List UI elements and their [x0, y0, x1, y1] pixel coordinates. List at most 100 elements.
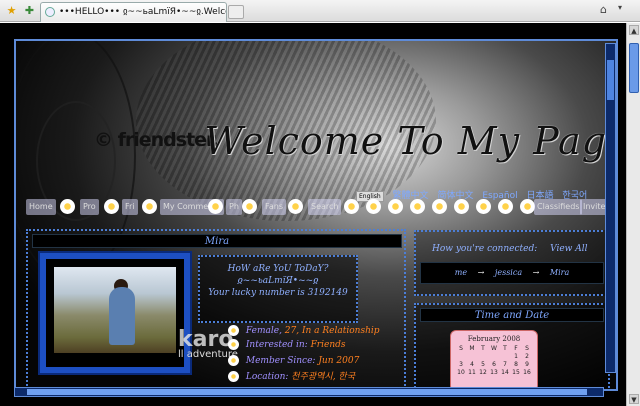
weekday: F [514, 345, 518, 352]
day [456, 353, 467, 361]
weekday: W [491, 345, 497, 352]
weekday: S [459, 345, 463, 352]
info-label: Location [245, 372, 286, 382]
connection-chain: me → jessica → Mira [420, 262, 604, 284]
greeting-nickname: ჲ~~ьaLmïЯ•~~ჲ [237, 276, 319, 286]
flower-icon [520, 199, 535, 214]
flower-icon [242, 199, 257, 214]
day [500, 353, 511, 361]
weekday: T [503, 345, 507, 352]
page-scrollbar[interactable]: ▲ ▼ [626, 23, 640, 406]
weekday: S [525, 345, 529, 352]
info-label: Member Since [245, 356, 313, 366]
tab-favicon-icon [45, 7, 55, 17]
browser-tab[interactable]: •••HELLO••• ჲ~~ьaLmïЯ•~~ჲ.Welcome to m..… [40, 2, 227, 22]
friendster-logo[interactable]: © friendster. [94, 129, 219, 151]
star-icon[interactable]: ★ [4, 3, 19, 18]
nav-profile[interactable]: Pro [80, 199, 99, 215]
nav-search[interactable]: Search [308, 199, 342, 215]
day: 11 [468, 369, 476, 376]
chain-jessica[interactable]: jessica [495, 268, 522, 277]
chain-mira[interactable]: Mira [550, 268, 569, 277]
arrow-right-icon: → [532, 268, 540, 277]
add-bookmark-icon[interactable]: ✚ [22, 3, 37, 18]
flower-icon [208, 199, 223, 214]
lucky-label: Your lucky number is [208, 288, 305, 298]
photo-caption-bar [46, 353, 184, 367]
info-gender-age: Female, 27, In a Relationship [228, 325, 380, 337]
menu-dropdown-icon[interactable]: ▾ [618, 3, 622, 12]
nav-home[interactable]: Home [26, 199, 56, 215]
flower-icon [498, 199, 513, 214]
flower-icon [228, 371, 239, 382]
flower-icon [228, 355, 239, 366]
new-tab-button[interactable] [228, 5, 244, 19]
profile-photo-frame [40, 253, 190, 373]
flower-icon [60, 199, 75, 214]
lucky-number: 3192149 [307, 288, 348, 298]
nav-friends[interactable]: Fri [122, 199, 138, 215]
day: 10 [457, 369, 465, 376]
horizontal-scrollbar[interactable] [14, 387, 604, 397]
page-viewport: © friendster. Welcome To My Page English… [0, 23, 640, 406]
time-date-title: Time and Date [420, 308, 604, 322]
view-all-link[interactable]: View All [550, 244, 587, 254]
main-nav: Home Pro Fri My Comments Ph Fans Search … [26, 199, 610, 217]
welcome-title: Welcome To My Page [204, 119, 618, 163]
photo-person [109, 287, 135, 345]
nav-photos[interactable]: Ph [226, 199, 242, 215]
page-scrollbar-thumb[interactable] [629, 43, 639, 93]
profile-photo[interactable] [54, 267, 176, 355]
profile-scrollbar[interactable] [605, 43, 616, 373]
greeting-question: HoW aRe YoU ToDaY? [227, 264, 329, 274]
day: 6 [492, 361, 496, 368]
flower-icon [228, 339, 239, 350]
lucky-number-line: Your lucky number is 3192149 [200, 287, 356, 299]
day: 13 [490, 369, 498, 376]
browser-toolbar: ★ ✚ •••HELLO••• ჲ~~ьaLmïЯ•~~ჲ.Welcome to… [0, 0, 640, 22]
profile-background: © friendster. Welcome To My Page English… [14, 39, 618, 391]
day: 4 [470, 361, 474, 368]
flower-icon [142, 199, 157, 214]
connection-title: How you're connected: [432, 244, 538, 254]
nav-fans[interactable]: Fans [262, 199, 287, 215]
info-interested-in: Interested in: Friends [228, 339, 346, 351]
info-member-since: Member Since: Jun 2007 [228, 355, 359, 367]
info-value: Friends [310, 340, 346, 350]
flower-icon [344, 199, 359, 214]
day [489, 353, 500, 361]
home-icon[interactable]: ⌂ [600, 3, 607, 16]
day [478, 353, 489, 361]
day: 15 [512, 369, 520, 376]
day: 8 [514, 361, 518, 368]
info-location: Location: 천주광역시, 한국 [228, 371, 355, 383]
day: 7 [503, 361, 507, 368]
day: 1 [514, 353, 518, 360]
tab-title: •••HELLO••• ჲ~~ьaLmïЯ•~~ჲ.Welcome to m..… [59, 7, 226, 17]
chain-me[interactable]: me [455, 268, 467, 277]
profile-name-bar: Mira [32, 234, 402, 248]
scroll-down-icon[interactable]: ▼ [629, 394, 639, 404]
nav-classifieds[interactable]: Classifieds [534, 199, 583, 215]
day [467, 353, 478, 361]
info-label: Interested in [245, 340, 305, 350]
horizontal-scrollbar-thumb[interactable] [27, 389, 587, 395]
weekday: M [469, 345, 475, 352]
day: 5 [481, 361, 485, 368]
info-value: 27, In a Relationship [284, 326, 380, 336]
flower-icon [476, 199, 491, 214]
day: 3 [459, 361, 463, 368]
weekday: T [481, 345, 485, 352]
calendar-widget[interactable]: February 2008 S M T W T F S 1 2 3 4 5 6 … [450, 330, 538, 389]
info-value: Jun 2007 [318, 356, 360, 366]
day: 16 [523, 369, 531, 376]
calendar-month: February 2008 [467, 335, 521, 343]
info-label: Female [245, 326, 280, 336]
arrow-right-icon: → [477, 268, 485, 277]
scroll-up-icon[interactable]: ▲ [629, 25, 639, 35]
profile-scrollbar-thumb[interactable] [607, 60, 614, 100]
info-value: 천주광역시, 한국 [291, 372, 355, 382]
connection-header: How you're connected: View All [418, 244, 606, 254]
flower-icon [104, 199, 119, 214]
greeting-box: HoW aRe YoU ToDaY? ჲ~~ьaLmïЯ•~~ჲ Your lu… [198, 255, 358, 323]
